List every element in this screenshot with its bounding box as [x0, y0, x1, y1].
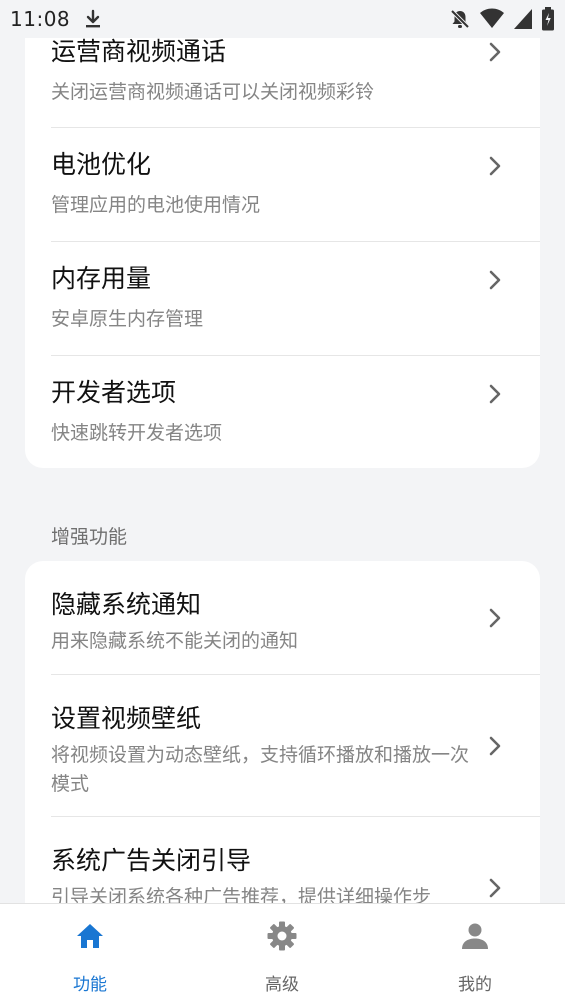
chevron-right-icon [489, 156, 501, 176]
nav-label: 高级 [265, 975, 299, 995]
notifications-off-icon [450, 9, 470, 29]
list-item-hide-system-notifications[interactable]: 隐藏系统通知 用来隐藏系统不能关闭的通知 [25, 561, 540, 674]
list-item-developer-options[interactable]: 开发者选项 快速跳转开发者选项 [25, 356, 540, 468]
chevron-right-icon [489, 384, 501, 404]
item-title: 系统广告关闭引导 [51, 846, 252, 875]
item-subtitle: 安卓原生内存管理 [51, 308, 204, 330]
status-time: 11:08 [10, 7, 71, 31]
item-subtitle: 将视频设置为动态壁纸，支持循环播放和播放一次模式 [51, 744, 470, 795]
chevron-right-icon [489, 270, 501, 290]
chevron-right-icon [489, 736, 501, 756]
list-item-video-wallpaper[interactable]: 设置视频壁纸 将视频设置为动态壁纸，支持循环播放和播放一次模式 [25, 675, 540, 816]
list-item-battery-optimization[interactable]: 电池优化 管理应用的电池使用情况 [25, 128, 540, 241]
item-subtitle: 管理应用的电池使用情况 [51, 194, 261, 216]
item-subtitle: 引导关闭系统各种广告推荐，提供详细操作步 [51, 886, 432, 903]
chevron-right-icon [489, 878, 501, 898]
item-subtitle: 用来隐藏系统不能关闭的通知 [51, 630, 299, 652]
item-title: 开发者选项 [51, 378, 177, 407]
chevron-right-icon [489, 608, 501, 628]
status-icons [449, 7, 555, 31]
bottom-navigation: 功能 高级 我的 [0, 903, 565, 1004]
list-item-memory-usage[interactable]: 内存用量 安卓原生内存管理 [25, 242, 540, 355]
item-title: 设置视频壁纸 [51, 704, 202, 733]
download-icon [86, 9, 101, 28]
item-title: 内存用量 [51, 264, 152, 293]
screen: 运营商视频通话 关闭运营商视频通话可以关闭视频彩铃 电池优化 管理应用的电池使用… [0, 0, 565, 1004]
home-icon [77, 924, 103, 948]
item-subtitle: 快速跳转开发者选项 [51, 422, 223, 444]
section-header-enhanced: 增强功能 [51, 526, 128, 548]
status-bar: 11:08 [0, 0, 565, 38]
person-icon [462, 923, 488, 949]
nav-label: 我的 [458, 975, 492, 995]
item-title: 隐藏系统通知 [51, 590, 202, 619]
gear-icon [267, 921, 297, 951]
card-system: 运营商视频通话 关闭运营商视频通话可以关闭视频彩铃 电池优化 管理应用的电池使用… [25, 0, 540, 468]
item-title: 电池优化 [51, 150, 152, 179]
list-item-system-ad-guide[interactable]: 系统广告关闭引导 引导关闭系统各种广告推荐，提供详细操作步 [25, 817, 540, 903]
cell-signal-icon [514, 9, 532, 29]
chevron-right-icon [489, 42, 501, 62]
settings-list[interactable]: 运营商视频通话 关闭运营商视频通话可以关闭视频彩铃 电池优化 管理应用的电池使用… [0, 0, 565, 903]
wifi-icon [480, 8, 504, 28]
card-enhanced: 隐藏系统通知 用来隐藏系统不能关闭的通知 设置视频壁纸 将视频设置为动态壁纸，支… [25, 561, 540, 903]
battery-icon [542, 7, 554, 31]
item-subtitle: 关闭运营商视频通话可以关闭视频彩铃 [51, 81, 375, 103]
nav-tab-advanced[interactable]: 高级 [222, 904, 342, 1004]
nav-tab-mine[interactable]: 我的 [415, 904, 535, 1004]
nav-tab-features[interactable]: 功能 [30, 904, 150, 1004]
nav-label: 功能 [73, 975, 107, 995]
